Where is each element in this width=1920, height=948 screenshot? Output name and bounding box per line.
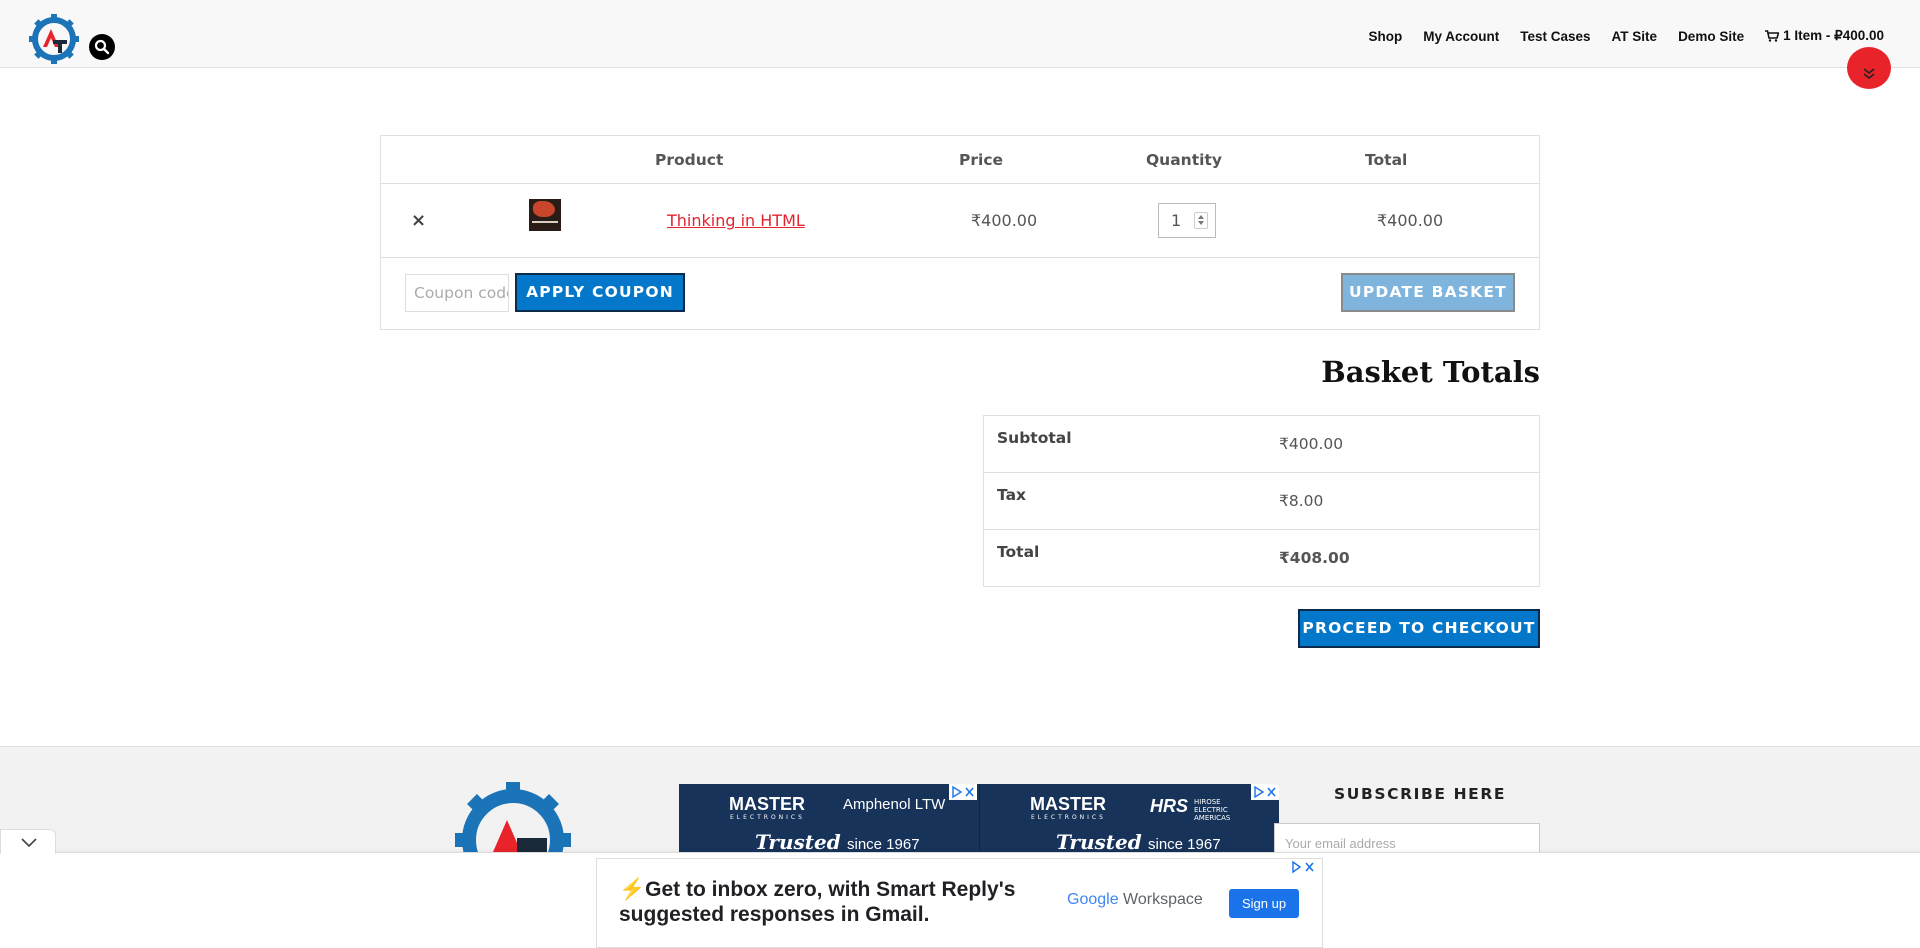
apply-coupon-button[interactable]: APPLY COUPON	[515, 273, 685, 312]
anchor-ad-collapse-button[interactable]	[0, 829, 56, 854]
item-line-total: ₹400.00	[1377, 211, 1444, 230]
site-logo-icon[interactable]	[28, 13, 80, 65]
collapse-chevron-icon	[21, 838, 37, 848]
search-icon	[94, 39, 110, 55]
scroll-down-button[interactable]	[1847, 47, 1891, 89]
totals-row-total: Total ₹408.00	[984, 530, 1539, 587]
product-name-link[interactable]: Thinking in HTML	[667, 211, 805, 230]
ad-left-since: since 1967	[847, 836, 920, 853]
bolt-icon: ⚡	[619, 878, 646, 901]
adchoices-icon	[952, 785, 974, 799]
ad-right-tagline: Trusted	[1056, 830, 1142, 854]
ad-right-adchoices[interactable]	[1251, 784, 1279, 800]
subtotal-label: Subtotal	[997, 429, 1072, 447]
ad-left-tagline: Trusted	[755, 830, 841, 854]
close-icon	[1292, 860, 1314, 874]
subtotal-value: ₹400.00	[1279, 435, 1344, 453]
scroll-down-icon	[1863, 68, 1875, 80]
total-value: ₹408.00	[1279, 549, 1350, 567]
quantity-stepper[interactable]: 1	[1158, 203, 1216, 238]
sign-up-button[interactable]: Sign up	[1229, 889, 1299, 918]
ad-left-partner: Amphenol LTW	[843, 796, 946, 813]
ad-right-since: since 1967	[1148, 836, 1221, 853]
basket-totals-table: Subtotal ₹400.00 Tax ₹8.00 Total ₹408.00	[983, 415, 1540, 587]
workspace-wordmark: Workspace	[1123, 891, 1203, 908]
quantity-value: 1	[1171, 211, 1182, 230]
col-price: Price	[959, 151, 1004, 169]
site-header: Shop My Account Test Cases AT Site Demo …	[0, 0, 1920, 68]
tax-label: Tax	[997, 486, 1027, 504]
col-quantity: Quantity	[1146, 151, 1222, 169]
remove-item-icon[interactable]: ×	[411, 210, 426, 231]
cart-item-row: × Thinking in HTML ₹400.00 1 ₹400.00	[381, 184, 1539, 258]
nav-cart[interactable]: 1 Item - ₽400.00	[1765, 28, 1884, 44]
anchor-ad-headline-text: Get to inbox zero, with Smart Reply's su…	[619, 878, 1016, 926]
anchor-ad[interactable]: ⚡Get to inbox zero, with Smart Reply's s…	[596, 858, 1323, 948]
footer-banner-ad[interactable]: MASTER ELECTRONICS Amphenol LTW Trusted …	[679, 784, 1279, 854]
item-price: ₹400.00	[971, 211, 1038, 230]
nav-shop[interactable]: Shop	[1368, 29, 1402, 44]
product-thumbnail[interactable]	[529, 199, 561, 231]
coupon-code-input[interactable]	[405, 274, 509, 312]
cart-table-header: Product Price Quantity Total	[381, 136, 1539, 184]
nav-test-cases[interactable]: Test Cases	[1520, 29, 1590, 44]
google-workspace-logo: Google Workspace	[1067, 891, 1203, 909]
quantity-spinner-icon[interactable]	[1194, 212, 1208, 229]
cart-summary: 1 Item - ₽400.00	[1783, 28, 1884, 43]
subscribe-title: SUBSCRIBE HERE	[1334, 785, 1507, 803]
totals-row-subtotal: Subtotal ₹400.00	[984, 416, 1539, 473]
main-nav: Shop My Account Test Cases AT Site Demo …	[1368, 0, 1884, 72]
update-basket-button[interactable]: UPDATE BASKET	[1341, 273, 1515, 312]
col-product: Product	[655, 151, 724, 169]
tax-value: ₹8.00	[1279, 492, 1324, 510]
google-wordmark: Google	[1067, 891, 1119, 908]
footer-logo-icon[interactable]	[455, 782, 571, 852]
ad-right-brand-sub: ELECTRONICS	[1031, 814, 1106, 821]
nav-demo-site[interactable]: Demo Site	[1678, 29, 1744, 44]
ad-left-brand-sub: ELECTRONICS	[730, 814, 805, 821]
banner-ad-left[interactable]: MASTER ELECTRONICS Amphenol LTW Trusted …	[679, 784, 977, 854]
nav-my-account[interactable]: My Account	[1423, 29, 1499, 44]
basket-totals-title: Basket Totals	[1321, 355, 1540, 389]
anchor-ad-adchoices[interactable]	[1290, 860, 1318, 877]
nav-at-site[interactable]: AT Site	[1612, 29, 1658, 44]
search-button[interactable]	[89, 34, 115, 60]
ad-left-brand: MASTER	[729, 794, 805, 814]
ad-left-adchoices[interactable]	[949, 784, 977, 800]
ad-right-partner-text: HIROSE ELECTRIC AMERICAS	[1194, 798, 1231, 822]
ad-right-brand: MASTER	[1030, 794, 1106, 814]
adchoices-icon	[1254, 785, 1276, 799]
col-total: Total	[1365, 151, 1408, 169]
anchor-ad-headline: ⚡Get to inbox zero, with Smart Reply's s…	[619, 877, 1039, 927]
cart-table: Product Price Quantity Total × Thinking …	[380, 135, 1540, 330]
totals-row-tax: Tax ₹8.00	[984, 473, 1539, 530]
total-label: Total	[997, 543, 1040, 561]
cart-icon	[1765, 30, 1780, 42]
proceed-to-checkout-button[interactable]: PROCEED TO CHECKOUT	[1298, 609, 1540, 648]
banner-ad-right[interactable]: MASTER ELECTRONICS HRS HIROSE ELECTRIC A…	[979, 784, 1277, 854]
cart-actions-row: APPLY COUPON UPDATE BASKET	[381, 258, 1539, 332]
ad-right-partner-logo: HRS	[1150, 796, 1189, 816]
